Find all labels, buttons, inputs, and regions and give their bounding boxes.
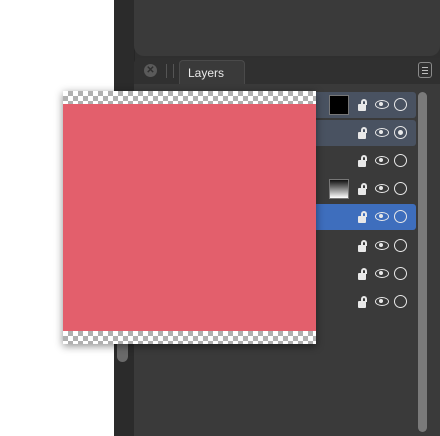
layer-thumbnail[interactable] <box>329 179 349 199</box>
unlock-icon[interactable] <box>358 127 367 139</box>
tab-layers[interactable]: Layers <box>179 60 245 84</box>
visibility-eye-icon[interactable] <box>375 156 389 165</box>
panel-menu-icon[interactable] <box>418 62 432 78</box>
close-icon[interactable]: ✕ <box>144 64 157 77</box>
unlock-icon[interactable] <box>358 155 367 167</box>
color-swatch <box>63 104 316 331</box>
unlock-icon[interactable] <box>358 183 367 195</box>
layer-radio-button[interactable] <box>394 295 407 308</box>
visibility-eye-icon[interactable] <box>375 297 389 306</box>
visibility-eye-icon[interactable] <box>375 100 389 109</box>
visibility-eye-icon[interactable] <box>375 241 389 250</box>
grip-icon[interactable] <box>166 64 174 78</box>
layer-radio-button[interactable] <box>394 154 407 167</box>
upper-panel <box>134 0 440 56</box>
layer-radio-button[interactable] <box>394 126 407 139</box>
layer-radio-button[interactable] <box>394 239 407 252</box>
visibility-eye-icon[interactable] <box>375 128 389 137</box>
color-preview-popup <box>63 91 316 344</box>
layer-radio-button[interactable] <box>394 182 407 195</box>
unlock-icon[interactable] <box>358 240 367 252</box>
visibility-eye-icon[interactable] <box>375 184 389 193</box>
layers-scrollbar[interactable] <box>418 92 427 432</box>
panel-tab-strip: ✕ Layers <box>134 58 440 84</box>
transparency-checkerboard-bottom <box>63 331 316 344</box>
visibility-eye-icon[interactable] <box>375 269 389 278</box>
unlock-icon[interactable] <box>358 211 367 223</box>
layer-radio-button[interactable] <box>394 267 407 280</box>
transparency-checkerboard-top <box>63 91 316 104</box>
layer-radio-button[interactable] <box>394 98 407 111</box>
unlock-icon[interactable] <box>358 268 367 280</box>
unlock-icon[interactable] <box>358 99 367 111</box>
layer-radio-button[interactable] <box>394 210 407 223</box>
unlock-icon[interactable] <box>358 296 367 308</box>
visibility-eye-icon[interactable] <box>375 212 389 221</box>
layer-thumbnail[interactable] <box>329 95 349 115</box>
